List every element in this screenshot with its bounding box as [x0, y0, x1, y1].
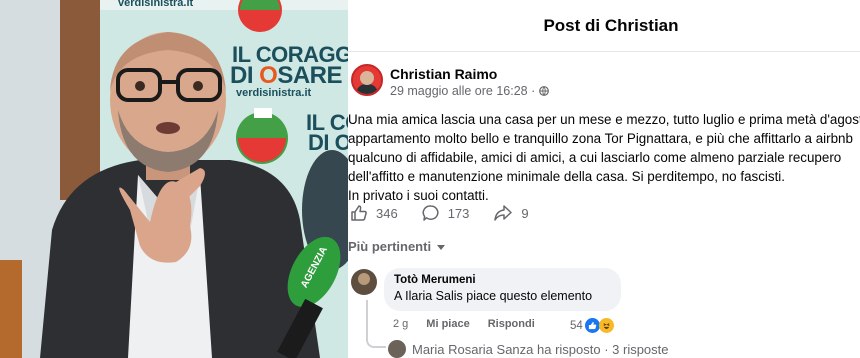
- post-header: Post di Christian: [348, 0, 860, 52]
- post-body-line: qualcuno di affidabile, amici di amici, …: [348, 150, 842, 165]
- globe-icon: [539, 86, 550, 96]
- comment-sort-dropdown[interactable]: Più pertinenti: [348, 239, 446, 254]
- share-icon: [494, 205, 513, 221]
- facebook-post: Post di Christian Christian Raimo 29 mag…: [348, 0, 860, 358]
- commenter-name[interactable]: Totò Merumeni: [394, 274, 611, 286]
- comment-like-button[interactable]: Mi piace: [426, 318, 469, 330]
- banner-url: verdisinistra.it: [236, 87, 312, 99]
- comment-reaction-count: 54: [570, 319, 583, 332]
- post-actions: 346 173 9: [350, 204, 553, 222]
- author-name[interactable]: Christian Raimo: [390, 66, 497, 82]
- haha-reaction-icon: [598, 318, 614, 333]
- share-button[interactable]: 9: [493, 204, 529, 222]
- like-button[interactable]: 346: [350, 204, 398, 222]
- comment-time[interactable]: 2 g: [393, 318, 408, 330]
- author-avatar[interactable]: [351, 64, 383, 96]
- comment-bubble: Totò Merumeni A Ilaria Salis piace quest…: [384, 268, 621, 311]
- post-meta: 29 maggio alle ore 16:28 ·: [390, 84, 550, 98]
- post-body: Una mia amica lascia una casa per un mes…: [348, 110, 860, 205]
- comment-reactions[interactable]: 54: [570, 318, 614, 333]
- replier-avatar: [388, 340, 406, 358]
- post-body-line: In privato i suoi contatti.: [348, 188, 489, 203]
- post-body-line: Una mia amica lascia una casa per un mes…: [348, 112, 860, 127]
- comment-icon: [422, 205, 439, 221]
- replies-summary: Maria Rosaria Sanza ha risposto · 3 risp…: [412, 341, 669, 357]
- like-count: 346: [376, 205, 398, 221]
- post-header-title: Post di Christian: [543, 15, 679, 35]
- comment-text: A Ilaria Salis piace questo elemento: [394, 289, 593, 303]
- banner-line2: DI OSARE: [230, 62, 343, 89]
- post-timestamp[interactable]: 29 maggio alle ore 16:28 ·: [390, 84, 535, 98]
- share-count: 9: [521, 205, 529, 221]
- commenter-avatar[interactable]: [351, 269, 377, 295]
- like-reaction-icon: [584, 318, 600, 333]
- like-icon: [351, 205, 367, 221]
- post-body-line: appartamento molto bello e tranquillo zo…: [348, 131, 853, 146]
- view-replies-link[interactable]: Maria Rosaria Sanza ha risposto · 3 risp…: [388, 340, 669, 358]
- banner-url-top: verdisinistra.it: [118, 0, 194, 9]
- comment-button[interactable]: 173: [422, 204, 470, 222]
- post-body-line: dell'affitto e manutenzione minimale del…: [348, 169, 785, 184]
- sort-label: Più pertinenti: [348, 239, 432, 254]
- thread-connector: [366, 300, 386, 348]
- comment-count: 173: [447, 205, 470, 221]
- chevron-down-icon: [437, 245, 446, 250]
- comment-actions: 2 g Mi piace Rispondi: [393, 318, 553, 330]
- news-photo: verdisinistra.it verdisinistra.it IL COR…: [0, 0, 348, 358]
- comment-reply-button[interactable]: Rispondi: [488, 318, 535, 330]
- banner-di-o: DI O: [308, 130, 348, 155]
